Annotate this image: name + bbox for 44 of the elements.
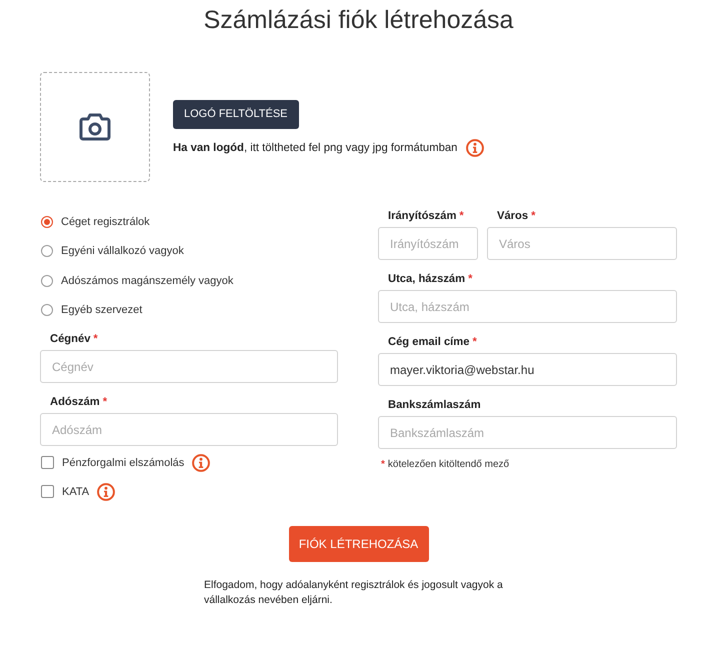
info-icon[interactable] (192, 454, 210, 472)
radio-button[interactable] (41, 216, 53, 228)
upload-logo-button[interactable]: LOGÓ FELTÖLTÉSE (173, 100, 299, 129)
required-mark: * (381, 459, 385, 470)
create-account-button[interactable]: FIÓK LÉTREHOZÁSA (288, 526, 428, 562)
page-title: Számlázási fiók létrehozása (202, 5, 514, 36)
radio-label[interactable]: Adószámos magánszemély vagyok (61, 274, 234, 288)
camera-icon (79, 113, 111, 141)
field-label: Cégnév (50, 333, 90, 345)
radio-button[interactable] (41, 304, 53, 316)
checkbox-label[interactable]: Pénzforgalmi elszámolás (62, 456, 184, 470)
checkbox[interactable] (41, 485, 54, 498)
input-field[interactable]: Irányítószám (378, 227, 478, 260)
required-mark: * (472, 336, 477, 348)
required-note: kötelezően kitöltendő mező (388, 459, 510, 470)
info-icon[interactable] (466, 139, 484, 157)
required-mark: * (459, 210, 464, 222)
upload-hint: Ha van logód, itt töltheted fel png vagy jpg formátumban (173, 141, 458, 155)
info-icon[interactable] (97, 482, 116, 500)
radio-label[interactable]: Céget regisztrálok (61, 214, 150, 229)
required-mark: * (468, 273, 472, 285)
field-label: Város (497, 210, 528, 222)
radio-button[interactable] (41, 245, 53, 258)
field-label: Irányítószám (388, 210, 456, 222)
required-mark: * (102, 396, 108, 408)
input-field[interactable]: mayer.viktoria@webstar.hu (378, 353, 677, 386)
logo-dropzone[interactable] (40, 72, 150, 182)
field-label: Utca, házszám (388, 273, 466, 285)
required-mark: * (93, 333, 98, 345)
terms-text: Elfogadom, hogy adóalanyként regisztrálok és jogosult vagyok a vállalkozás nevében eljárni. (204, 578, 504, 608)
required-mark: * (531, 210, 536, 222)
input-field[interactable]: Város (487, 227, 677, 260)
checkbox[interactable] (41, 456, 54, 469)
input-field[interactable]: Bankszámlaszám (378, 416, 677, 449)
field-label: Cég email címe (388, 336, 470, 348)
input-field[interactable]: Utca, házszám (378, 290, 677, 323)
field-label: Adószám (50, 396, 100, 408)
radio-button[interactable] (41, 274, 53, 287)
checkbox-label[interactable]: KATA (62, 484, 90, 498)
input-field[interactable]: Cégnév (40, 350, 338, 383)
field-label: Bankszámlaszám (388, 399, 481, 411)
radio-label[interactable]: Egyéni vállalkozó vagyok (61, 244, 184, 258)
radio-label[interactable]: Egyéb szervezet (61, 303, 142, 318)
input-field[interactable]: Adószám (40, 413, 338, 446)
